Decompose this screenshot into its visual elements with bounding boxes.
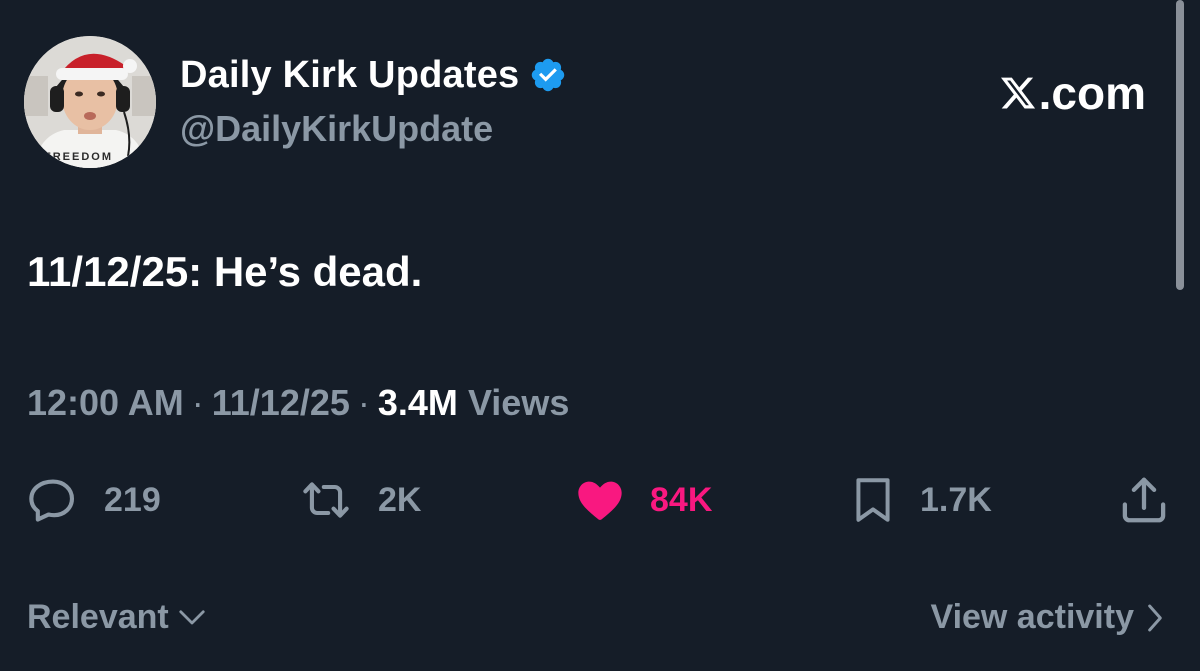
meta-separator: · xyxy=(357,382,370,423)
chevron-down-icon xyxy=(179,609,205,624)
repost-count: 2K xyxy=(378,480,422,519)
tweet-text: 11/12/25: He’s dead. xyxy=(27,248,423,295)
views-count: 3.4M xyxy=(377,382,458,423)
chevron-right-icon xyxy=(1148,604,1162,631)
tweet-time[interactable]: 12:00 AM xyxy=(27,382,184,424)
avatar-image: FREEDOM xyxy=(24,36,156,168)
like-button[interactable]: 84K xyxy=(572,470,712,530)
share-button[interactable] xyxy=(1116,470,1172,530)
author-handle[interactable]: @DailyKirkUpdate xyxy=(180,108,493,150)
author-display-name[interactable]: Daily Kirk Updates xyxy=(180,54,519,97)
repost-icon xyxy=(303,482,349,518)
sort-label: Relevant xyxy=(27,598,169,636)
x-logo-icon xyxy=(1000,77,1035,109)
tweet-meta: 12:00 AM · 11/12/25 · 3.4M Views xyxy=(27,382,569,424)
sort-replies-dropdown[interactable]: Relevant xyxy=(27,598,207,637)
share-icon xyxy=(1122,477,1166,523)
avatar-shirt-text: FREEDOM xyxy=(44,151,113,163)
reply-count: 219 xyxy=(104,480,161,519)
brand-text: .com xyxy=(1038,67,1146,119)
action-bar: 219 2K 84K 1.7K xyxy=(0,470,1200,530)
views-label: Views xyxy=(467,382,570,423)
meta-separator: · xyxy=(191,382,204,423)
brand-watermark: .com xyxy=(999,66,1146,120)
heart-filled-icon xyxy=(578,481,622,520)
tweet-date[interactable]: 11/12/25 xyxy=(212,382,350,424)
reply-icon xyxy=(29,479,75,522)
bookmark-count: 1.7K xyxy=(920,480,992,519)
verified-badge-icon xyxy=(532,58,565,92)
repost-button[interactable]: 2K xyxy=(296,470,421,530)
reply-button[interactable]: 219 xyxy=(24,470,161,530)
view-activity-link[interactable]: View activity xyxy=(931,598,1165,637)
avatar[interactable]: FREEDOM xyxy=(24,36,156,168)
author-name-row[interactable]: Daily Kirk Updates xyxy=(180,50,567,100)
bookmark-button[interactable]: 1.7K xyxy=(848,470,992,530)
tweet-screenshot: FREEDOM Daily Kirk Updates @DailyKirkUpd… xyxy=(0,0,1200,671)
view-activity-label: View activity xyxy=(930,598,1135,636)
bookmark-icon xyxy=(856,478,890,522)
like-count: 84K xyxy=(650,480,713,519)
scrollbar[interactable] xyxy=(1176,0,1184,290)
